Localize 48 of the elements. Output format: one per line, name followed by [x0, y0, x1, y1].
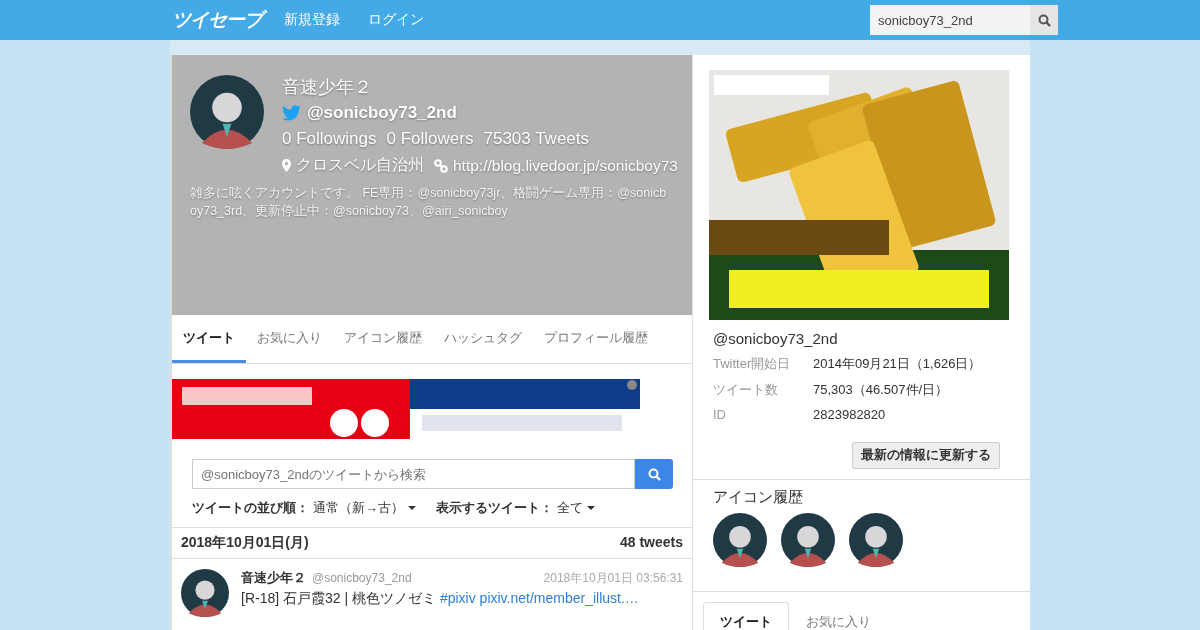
search-button[interactable] [635, 459, 673, 489]
bird-icon [282, 105, 301, 121]
nav-link[interactable]: ログイン [368, 11, 424, 29]
icon-history-title: アイコン履歴 [713, 488, 804, 507]
filter-dropdown[interactable]: ツイートの並び順： 通常（新→古） [192, 499, 416, 517]
tweet-time: 2018年10月01日 03:56:31 [543, 570, 683, 587]
nav-link[interactable]: 新規登録 [284, 11, 340, 29]
info-label: Twitter開始日 [713, 355, 792, 373]
profile-stat: 0 Followers [386, 129, 474, 149]
search-field[interactable]: sonicboy73_2nd [870, 5, 1030, 35]
tab[interactable]: ツイート [703, 602, 789, 630]
profile-handle: @sonicboy73_2nd [307, 103, 457, 123]
info-value: 2823982820 [813, 407, 886, 422]
tab[interactable]: ハッシュタグ [433, 315, 533, 363]
search-icon [1037, 13, 1051, 27]
tab[interactable]: アイコン履歴 [333, 315, 433, 363]
filter-dropdown[interactable]: 表示するツイート： 全て [436, 499, 595, 517]
info-value: 2014年09月21日（1,626日） [813, 355, 982, 373]
tab[interactable]: ツイート [172, 315, 246, 363]
info-label: ID [713, 407, 727, 422]
profile-stat: 75303 Tweets [483, 129, 590, 149]
tab[interactable]: プロフィール履歴 [533, 315, 659, 363]
tweet-link[interactable]: pixiv.net/member_illust.… [479, 590, 639, 606]
history-avatar [849, 513, 903, 567]
info-label: ツイート数 [713, 381, 779, 399]
tweet-text: [R-18] 石戸霞32 | 桃色ツノゼミ #pixiv pixiv.net/member_illust.… [241, 590, 640, 608]
tab[interactable]: お気に入り [789, 602, 888, 630]
tweet-count: 48 tweets [619, 534, 683, 552]
search-button[interactable] [1030, 5, 1058, 35]
site-logo[interactable]: ツイセーブ [170, 8, 266, 32]
info-value: 75,303（46.507件/日） [813, 381, 949, 399]
history-avatar [713, 513, 767, 567]
day-date: 2018年10月01日(月) [181, 534, 309, 552]
tweet-author: 音速少年２ [241, 569, 306, 587]
profile-location: クロスベル自治州 [296, 155, 424, 175]
profile-stat: 0 Followings [282, 129, 377, 149]
tweet-link[interactable]: #pixiv [439, 590, 476, 606]
history-avatar [781, 513, 835, 567]
location-pin-icon [282, 159, 291, 172]
refresh-button[interactable]: 最新の情報に更新する [852, 442, 1000, 469]
tab[interactable]: お気に入り [246, 315, 333, 363]
search-icon [647, 467, 661, 481]
link-icon [434, 158, 448, 173]
tweet-search-field[interactable]: @sonicboy73_2ndのツイートから検索 [192, 459, 635, 489]
tweet-handle: @sonicboy73_2nd [312, 571, 412, 585]
profile-name: 音速少年２ [282, 76, 373, 99]
tweet-avatar [181, 569, 229, 617]
sidebar-handle: @sonicboy73_2nd [713, 330, 839, 347]
